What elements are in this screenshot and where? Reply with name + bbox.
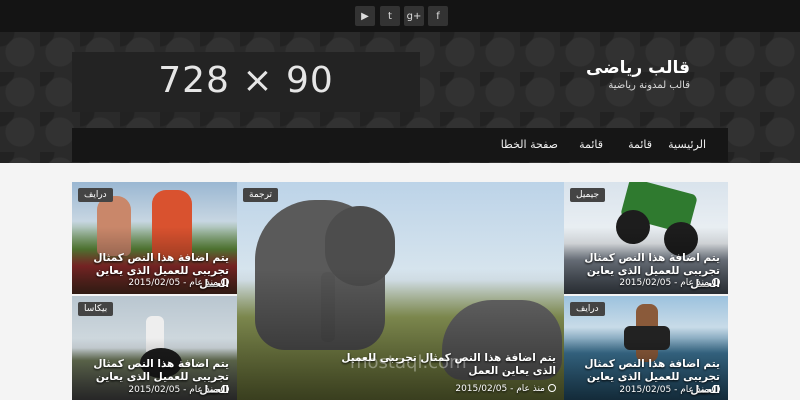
clock-icon [712, 278, 720, 286]
post-date: منذ عام - 2015/02/05 [128, 385, 218, 395]
post-date: منذ عام - 2015/02/05 [619, 278, 709, 288]
clock-icon [221, 385, 229, 393]
top-social-bar: ▶ t g+ f [0, 0, 800, 32]
post-meta: منذ عام - 2015/02/05 [619, 385, 720, 395]
post-date: منذ عام - 2015/02/05 [455, 384, 545, 394]
youtube-icon[interactable]: ▶ [355, 6, 375, 26]
post-meta: منذ عام - 2015/02/05 [619, 278, 720, 288]
post-date: منذ عام - 2015/02/05 [128, 278, 218, 288]
clock-icon [712, 385, 720, 393]
post-meta: منذ عام - 2015/02/05 [455, 384, 556, 394]
nav-item-error-page[interactable]: صفحة الخطا [501, 138, 558, 151]
post-shade [237, 269, 564, 400]
facebook-icon[interactable]: f [428, 6, 448, 26]
main-nav: الرئيسية قائمة قائمة صفحة الخطا [72, 128, 728, 162]
category-badge[interactable]: بيكاسا [78, 302, 114, 316]
site-title[interactable]: قالب رياضى [586, 58, 690, 78]
nav-item-home[interactable]: الرئيسية [668, 138, 706, 151]
site-brand[interactable]: قالب رياضى قالب لمدونة رياضية [586, 58, 690, 91]
google-plus-icon[interactable]: g+ [404, 6, 424, 26]
post-card-bottom-right[interactable]: درايف يتم اضافة هذا النص كمثال تجريبى لل… [564, 296, 728, 400]
category-badge[interactable]: جيميل [570, 188, 606, 202]
category-badge[interactable]: درايف [78, 188, 113, 202]
watermark: mostaql.com [350, 352, 467, 373]
clock-icon [221, 278, 229, 286]
post-meta: منذ عام - 2015/02/05 [128, 385, 229, 395]
post-date: منذ عام - 2015/02/05 [619, 385, 709, 395]
nav-item-menu-1[interactable]: قائمة [628, 138, 652, 151]
post-meta: منذ عام - 2015/02/05 [128, 278, 229, 288]
post-card-bottom-left[interactable]: بيكاسا يتم اضافة هذا النص كمثال تجريبى ل… [72, 296, 237, 400]
clock-icon [548, 384, 556, 392]
nav-item-menu-2[interactable]: قائمة [579, 138, 603, 151]
ad-banner-text: 728 × 90 [158, 60, 334, 101]
category-badge[interactable]: ترجمة [243, 188, 279, 202]
post-card-top-left[interactable]: درايف يتم اضافة هذا النص كمثال تجريبى لل… [72, 182, 237, 294]
site-subtitle: قالب لمدونة رياضية [608, 80, 690, 91]
post-card-top-right[interactable]: جيميل يتم اضافة هذا النص كمثال تجريبى لل… [564, 182, 728, 294]
category-badge[interactable]: درايف [570, 302, 605, 316]
twitter-icon[interactable]: t [380, 6, 400, 26]
ad-banner[interactable]: 728 × 90 [72, 52, 420, 112]
